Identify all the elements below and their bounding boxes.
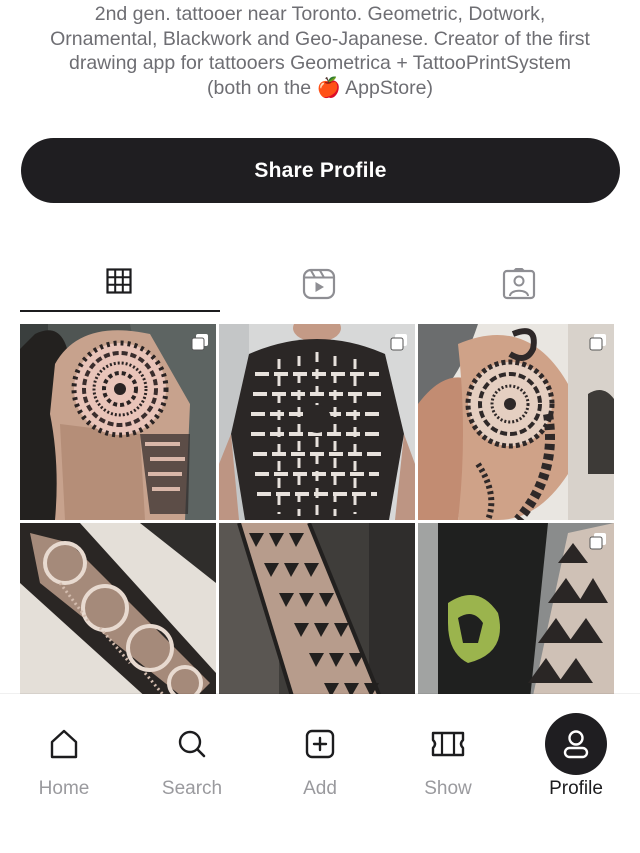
profile-icon-wrap xyxy=(545,713,607,775)
post-image xyxy=(20,324,216,520)
bio-line: Ornamental, Blackwork and Geo-Japanese. … xyxy=(50,27,590,50)
search-icon xyxy=(178,730,206,758)
bio-line: drawing app for tattooers Geometrica + T… xyxy=(68,52,571,74)
home-icon-wrap xyxy=(33,713,95,775)
post-thumbnail[interactable] xyxy=(20,523,216,694)
reels-icon xyxy=(302,268,336,300)
multiple-photos-icon xyxy=(191,334,208,351)
posts-grid xyxy=(20,324,614,694)
post-thumbnail[interactable] xyxy=(418,324,614,520)
bio-line: 2nd gen. tattooer near Toronto. Geometri… xyxy=(94,3,546,25)
nav-search[interactable]: Search xyxy=(128,694,256,814)
active-tab-indicator xyxy=(20,310,220,312)
nav-label-home: Home xyxy=(38,778,90,799)
post-image xyxy=(418,324,614,520)
nav-profile[interactable]: Profile xyxy=(512,694,640,814)
profile-content-tabs xyxy=(20,258,614,314)
tagged-person-icon xyxy=(502,268,536,300)
bio-line: (both on the 🍎 AppStore) xyxy=(207,76,433,99)
nav-show[interactable]: Show xyxy=(384,694,512,814)
share-profile-label: Share Profile xyxy=(254,158,387,182)
nav-label-add: Add xyxy=(303,778,337,799)
post-image xyxy=(418,523,614,694)
bottom-navigation-bar: Home Search Add Show Profile xyxy=(0,694,640,853)
post-image xyxy=(219,324,415,520)
nav-label-show: Show xyxy=(424,778,472,799)
ticket-icon xyxy=(431,731,465,757)
nav-add[interactable]: Add xyxy=(256,694,384,814)
grid-tab[interactable] xyxy=(20,258,218,312)
add-icon-wrap xyxy=(289,713,351,775)
ticket-icon-wrap xyxy=(417,713,479,775)
post-image xyxy=(20,523,216,694)
tagged-tab[interactable] xyxy=(420,258,618,312)
multiple-photos-icon xyxy=(589,334,606,351)
profile-bio: 2nd gen. tattooer near Toronto. Geometri… xyxy=(0,0,640,100)
grid-icon xyxy=(106,268,132,294)
nav-label-profile: Profile xyxy=(549,778,603,799)
home-icon xyxy=(50,729,78,759)
multiple-photos-icon xyxy=(390,334,407,351)
multiple-photos-icon xyxy=(589,533,606,550)
post-thumbnail[interactable] xyxy=(219,324,415,520)
post-image xyxy=(219,523,415,694)
post-thumbnail[interactable] xyxy=(418,523,614,694)
post-thumbnail[interactable] xyxy=(20,324,216,520)
add-icon xyxy=(305,729,335,759)
reels-tab[interactable] xyxy=(220,258,418,312)
nav-label-search: Search xyxy=(161,778,223,799)
search-icon-wrap xyxy=(161,713,223,775)
nav-home[interactable]: Home xyxy=(0,694,128,814)
post-thumbnail[interactable] xyxy=(219,523,415,694)
share-profile-button[interactable]: Share Profile xyxy=(21,138,620,203)
profile-icon xyxy=(563,730,589,759)
